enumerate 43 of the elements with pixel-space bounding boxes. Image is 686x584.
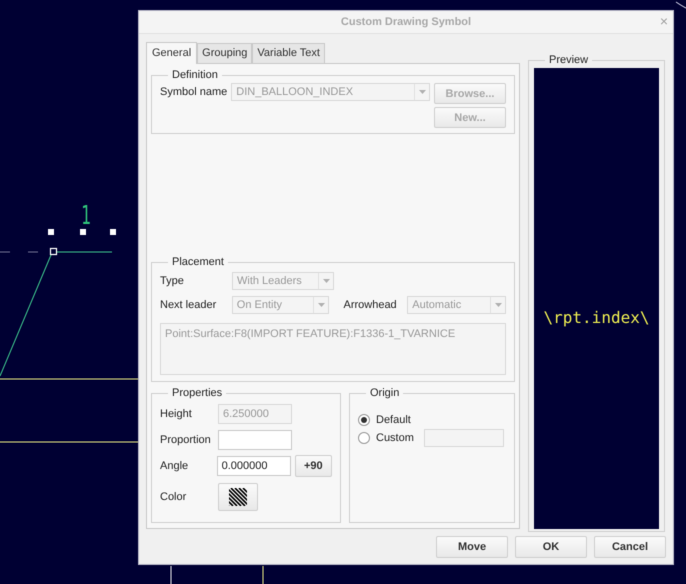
tab[interactable]: General (146, 42, 198, 64)
preview-text: \rpt.index\ (544, 308, 650, 327)
selection-handle[interactable] (110, 229, 116, 235)
group-title: Definition (172, 69, 218, 81)
field-label: Next leader (160, 299, 218, 311)
window-title: Custom Drawing Symbol (340, 16, 472, 28)
dialog-button[interactable]: Cancel (594, 536, 666, 558)
caret-icon (494, 303, 502, 307)
field-label: Type (160, 275, 185, 287)
radio-button[interactable] (358, 414, 370, 426)
rotate-button[interactable]: +90 (294, 455, 332, 477)
close-button[interactable]: × (660, 13, 668, 29)
field-label: Color (160, 491, 188, 503)
dialog-button[interactable]: OK (515, 536, 587, 558)
input-field[interactable] (424, 429, 504, 447)
tab[interactable]: Variable Text (252, 43, 325, 63)
radio-button[interactable] (358, 432, 370, 444)
color-button[interactable] (218, 483, 258, 511)
hatch-icon (229, 488, 247, 506)
field-label: Arrowhead (343, 299, 398, 311)
field-label: Proportion (160, 434, 212, 446)
dialog-button[interactable]: Move (436, 536, 508, 558)
selection-handle[interactable] (48, 229, 54, 235)
input-field[interactable] (218, 430, 292, 450)
balloon-number: 1 (81, 205, 92, 227)
tab[interactable]: Grouping (197, 43, 252, 63)
field-label: Angle (160, 460, 190, 472)
option-label: Custom (376, 432, 414, 444)
group-title: Properties (172, 387, 222, 399)
caret-icon (322, 279, 330, 283)
option-label: Default (376, 414, 411, 426)
group-title: Origin (370, 387, 400, 399)
caret-icon (418, 90, 426, 94)
drawing-line (262, 566, 264, 584)
anchor-point[interactable] (50, 248, 58, 256)
drawing-arc (676, 2, 686, 8)
group-title: Placement (172, 256, 224, 268)
field-label: Symbol name (160, 86, 228, 98)
caret-icon (318, 303, 325, 307)
group-title: Preview (549, 54, 588, 66)
field-label: Height (160, 408, 193, 420)
input-field[interactable]: 0.000000 (216, 456, 291, 476)
selection-handle[interactable] (80, 229, 86, 235)
